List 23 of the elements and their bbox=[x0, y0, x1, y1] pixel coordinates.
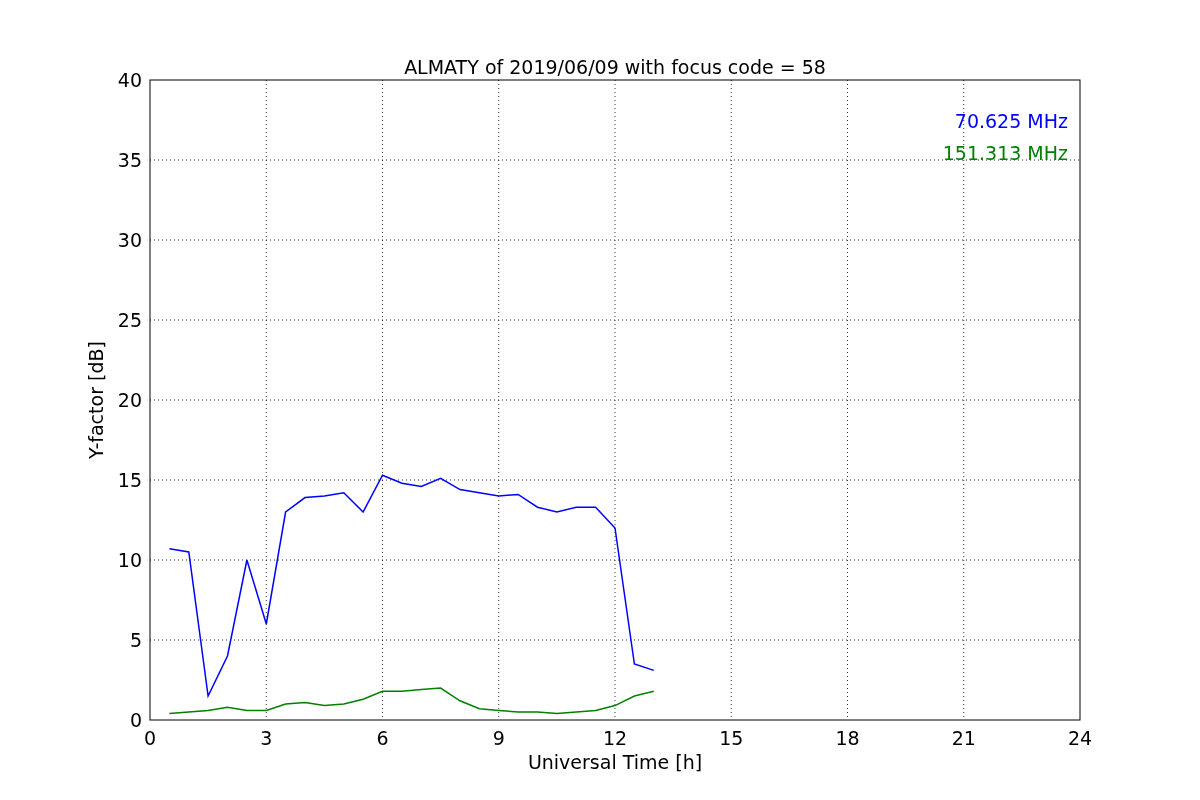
y-tick-label: 5 bbox=[129, 629, 142, 651]
y-tick-label: 35 bbox=[117, 149, 142, 171]
chart-title: ALMATY of 2019/06/09 with focus code = 58 bbox=[404, 56, 826, 78]
y-tick-label: 0 bbox=[129, 709, 142, 731]
legend-label: 151.313 MHz bbox=[942, 142, 1068, 164]
x-tick-label: 0 bbox=[143, 727, 157, 749]
x-tick-label: 18 bbox=[835, 727, 860, 749]
y-tick-label: 20 bbox=[117, 389, 142, 411]
x-tick-label: 6 bbox=[376, 727, 389, 749]
y-tick-label: 10 bbox=[117, 549, 142, 571]
y-tick-label: 25 bbox=[117, 309, 142, 331]
x-tick-label: 12 bbox=[602, 727, 628, 749]
x-tick-label: 24 bbox=[1067, 727, 1093, 749]
x-axis-label: Universal Time [h] bbox=[527, 751, 703, 773]
x-tick-label: 3 bbox=[260, 727, 273, 749]
legend-label: 70.625 MHz bbox=[954, 110, 1068, 132]
x-tick-label: 9 bbox=[492, 727, 505, 749]
y-tick-label: 40 bbox=[117, 69, 142, 91]
x-tick-label: 21 bbox=[951, 727, 976, 749]
y-tick-label: 30 bbox=[117, 229, 142, 251]
y-axis-label: Y-factor [dB] bbox=[85, 341, 107, 459]
y-tick-label: 15 bbox=[117, 469, 142, 491]
x-tick-label: 15 bbox=[719, 727, 744, 749]
